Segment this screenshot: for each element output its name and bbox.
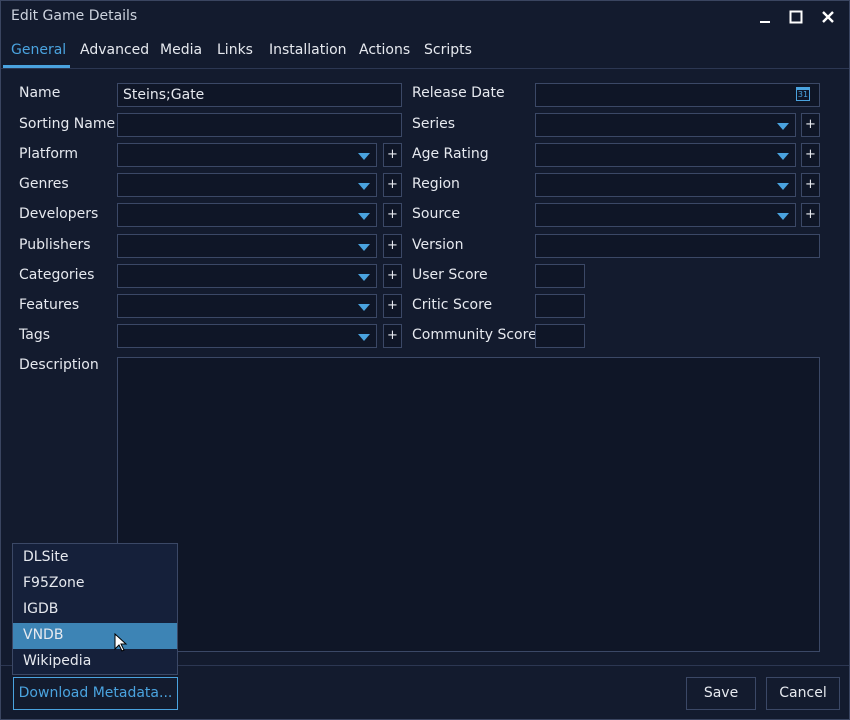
developers-dropdown[interactable]: [117, 203, 377, 227]
series-label: Series: [412, 116, 456, 132]
tab-media[interactable]: Media: [160, 42, 202, 58]
categories-dropdown[interactable]: [117, 264, 377, 288]
version-input[interactable]: [535, 234, 820, 258]
features-dropdown[interactable]: [117, 294, 377, 318]
add-tag-button[interactable]: +: [383, 324, 402, 348]
menu-item-label: DLSite: [23, 549, 69, 565]
chevron-down-icon: [358, 334, 370, 341]
metadata-source-menu: DLSite F95Zone IGDB VNDB Wikipedia: [12, 543, 178, 675]
release-date-input[interactable]: 31: [535, 83, 820, 107]
close-icon: [822, 11, 834, 23]
add-genre-button[interactable]: +: [383, 173, 402, 197]
genres-label: Genres: [19, 176, 69, 192]
calendar-icon[interactable]: 31: [796, 87, 810, 101]
window-title: Edit Game Details: [11, 8, 138, 24]
developers-label: Developers: [19, 206, 99, 222]
publishers-label: Publishers: [19, 237, 91, 253]
description-label: Description: [19, 357, 99, 373]
add-age-rating-button[interactable]: +: [801, 143, 820, 167]
name-input[interactable]: Steins;Gate: [117, 83, 402, 107]
chevron-down-icon: [358, 213, 370, 220]
release-date-label: Release Date: [412, 85, 505, 101]
chevron-down-icon: [358, 183, 370, 190]
description-textarea[interactable]: [117, 357, 820, 652]
menu-item-igdb[interactable]: IGDB: [13, 597, 177, 623]
chevron-down-icon: [777, 183, 789, 190]
platform-label: Platform: [19, 146, 79, 162]
tab-links[interactable]: Links: [217, 42, 253, 58]
source-dropdown[interactable]: [535, 203, 796, 227]
add-category-button[interactable]: +: [383, 264, 402, 288]
title-bar: Edit Game Details: [1, 1, 849, 33]
source-label: Source: [412, 206, 461, 222]
region-label: Region: [412, 176, 460, 192]
tab-scripts[interactable]: Scripts: [424, 42, 472, 58]
chevron-down-icon: [358, 244, 370, 251]
critic-score-input[interactable]: [535, 294, 585, 318]
sorting-name-input[interactable]: [117, 113, 402, 137]
save-button[interactable]: Save: [686, 677, 756, 710]
chevron-down-icon: [358, 304, 370, 311]
download-metadata-button[interactable]: Download Metadata...: [13, 677, 178, 710]
tab-actions[interactable]: Actions: [359, 42, 410, 58]
close-button[interactable]: [814, 5, 842, 29]
tab-general[interactable]: General: [11, 42, 66, 58]
menu-item-vndb[interactable]: VNDB: [13, 623, 177, 649]
maximize-icon: [789, 10, 803, 24]
add-feature-button[interactable]: +: [383, 294, 402, 318]
chevron-down-icon: [777, 213, 789, 220]
menu-item-wikipedia[interactable]: Wikipedia: [13, 649, 177, 675]
add-region-button[interactable]: +: [801, 173, 820, 197]
tab-installation[interactable]: Installation: [269, 42, 347, 58]
publishers-dropdown[interactable]: [117, 234, 377, 258]
platform-dropdown[interactable]: [117, 143, 377, 167]
add-publisher-button[interactable]: +: [383, 234, 402, 258]
age-rating-label: Age Rating: [412, 146, 489, 162]
maximize-button[interactable]: [782, 5, 810, 29]
active-tab-indicator: [3, 65, 70, 68]
chevron-down-icon: [358, 274, 370, 281]
age-rating-dropdown[interactable]: [535, 143, 796, 167]
menu-item-label: F95Zone: [23, 575, 85, 591]
categories-label: Categories: [19, 267, 95, 283]
tab-bar: General Advanced Media Links Installatio…: [1, 37, 849, 69]
name-value: Steins;Gate: [123, 87, 205, 103]
menu-item-label: Wikipedia: [23, 653, 92, 669]
minimize-icon: [760, 21, 770, 23]
tags-dropdown[interactable]: [117, 324, 377, 348]
add-developer-button[interactable]: +: [383, 203, 402, 227]
features-label: Features: [19, 297, 80, 313]
chevron-down-icon: [358, 153, 370, 160]
user-score-input[interactable]: [535, 264, 585, 288]
add-series-button[interactable]: +: [801, 113, 820, 137]
cancel-button[interactable]: Cancel: [766, 677, 840, 710]
add-platform-button[interactable]: +: [383, 143, 402, 167]
version-label: Version: [412, 237, 464, 253]
tab-advanced[interactable]: Advanced: [80, 42, 149, 58]
menu-item-label: VNDB: [23, 627, 64, 643]
minimize-button[interactable]: [751, 5, 779, 29]
chevron-down-icon: [777, 153, 789, 160]
name-label: Name: [19, 85, 61, 101]
series-dropdown[interactable]: [535, 113, 796, 137]
critic-score-label: Critic Score: [412, 297, 493, 313]
mouse-cursor-icon: [114, 633, 128, 652]
menu-item-f95zone[interactable]: F95Zone: [13, 571, 177, 597]
add-source-button[interactable]: +: [801, 203, 820, 227]
menu-item-dlsite[interactable]: DLSite: [13, 545, 177, 571]
user-score-label: User Score: [412, 267, 488, 283]
edit-game-details-window: Edit Game Details General Advanced Media…: [0, 0, 850, 720]
sorting-name-label: Sorting Name: [19, 116, 116, 132]
genres-dropdown[interactable]: [117, 173, 377, 197]
region-dropdown[interactable]: [535, 173, 796, 197]
menu-item-label: IGDB: [23, 601, 59, 617]
chevron-down-icon: [777, 123, 789, 130]
community-score-label: Community Score: [412, 327, 537, 343]
community-score-input[interactable]: [535, 324, 585, 348]
tags-label: Tags: [19, 327, 50, 343]
